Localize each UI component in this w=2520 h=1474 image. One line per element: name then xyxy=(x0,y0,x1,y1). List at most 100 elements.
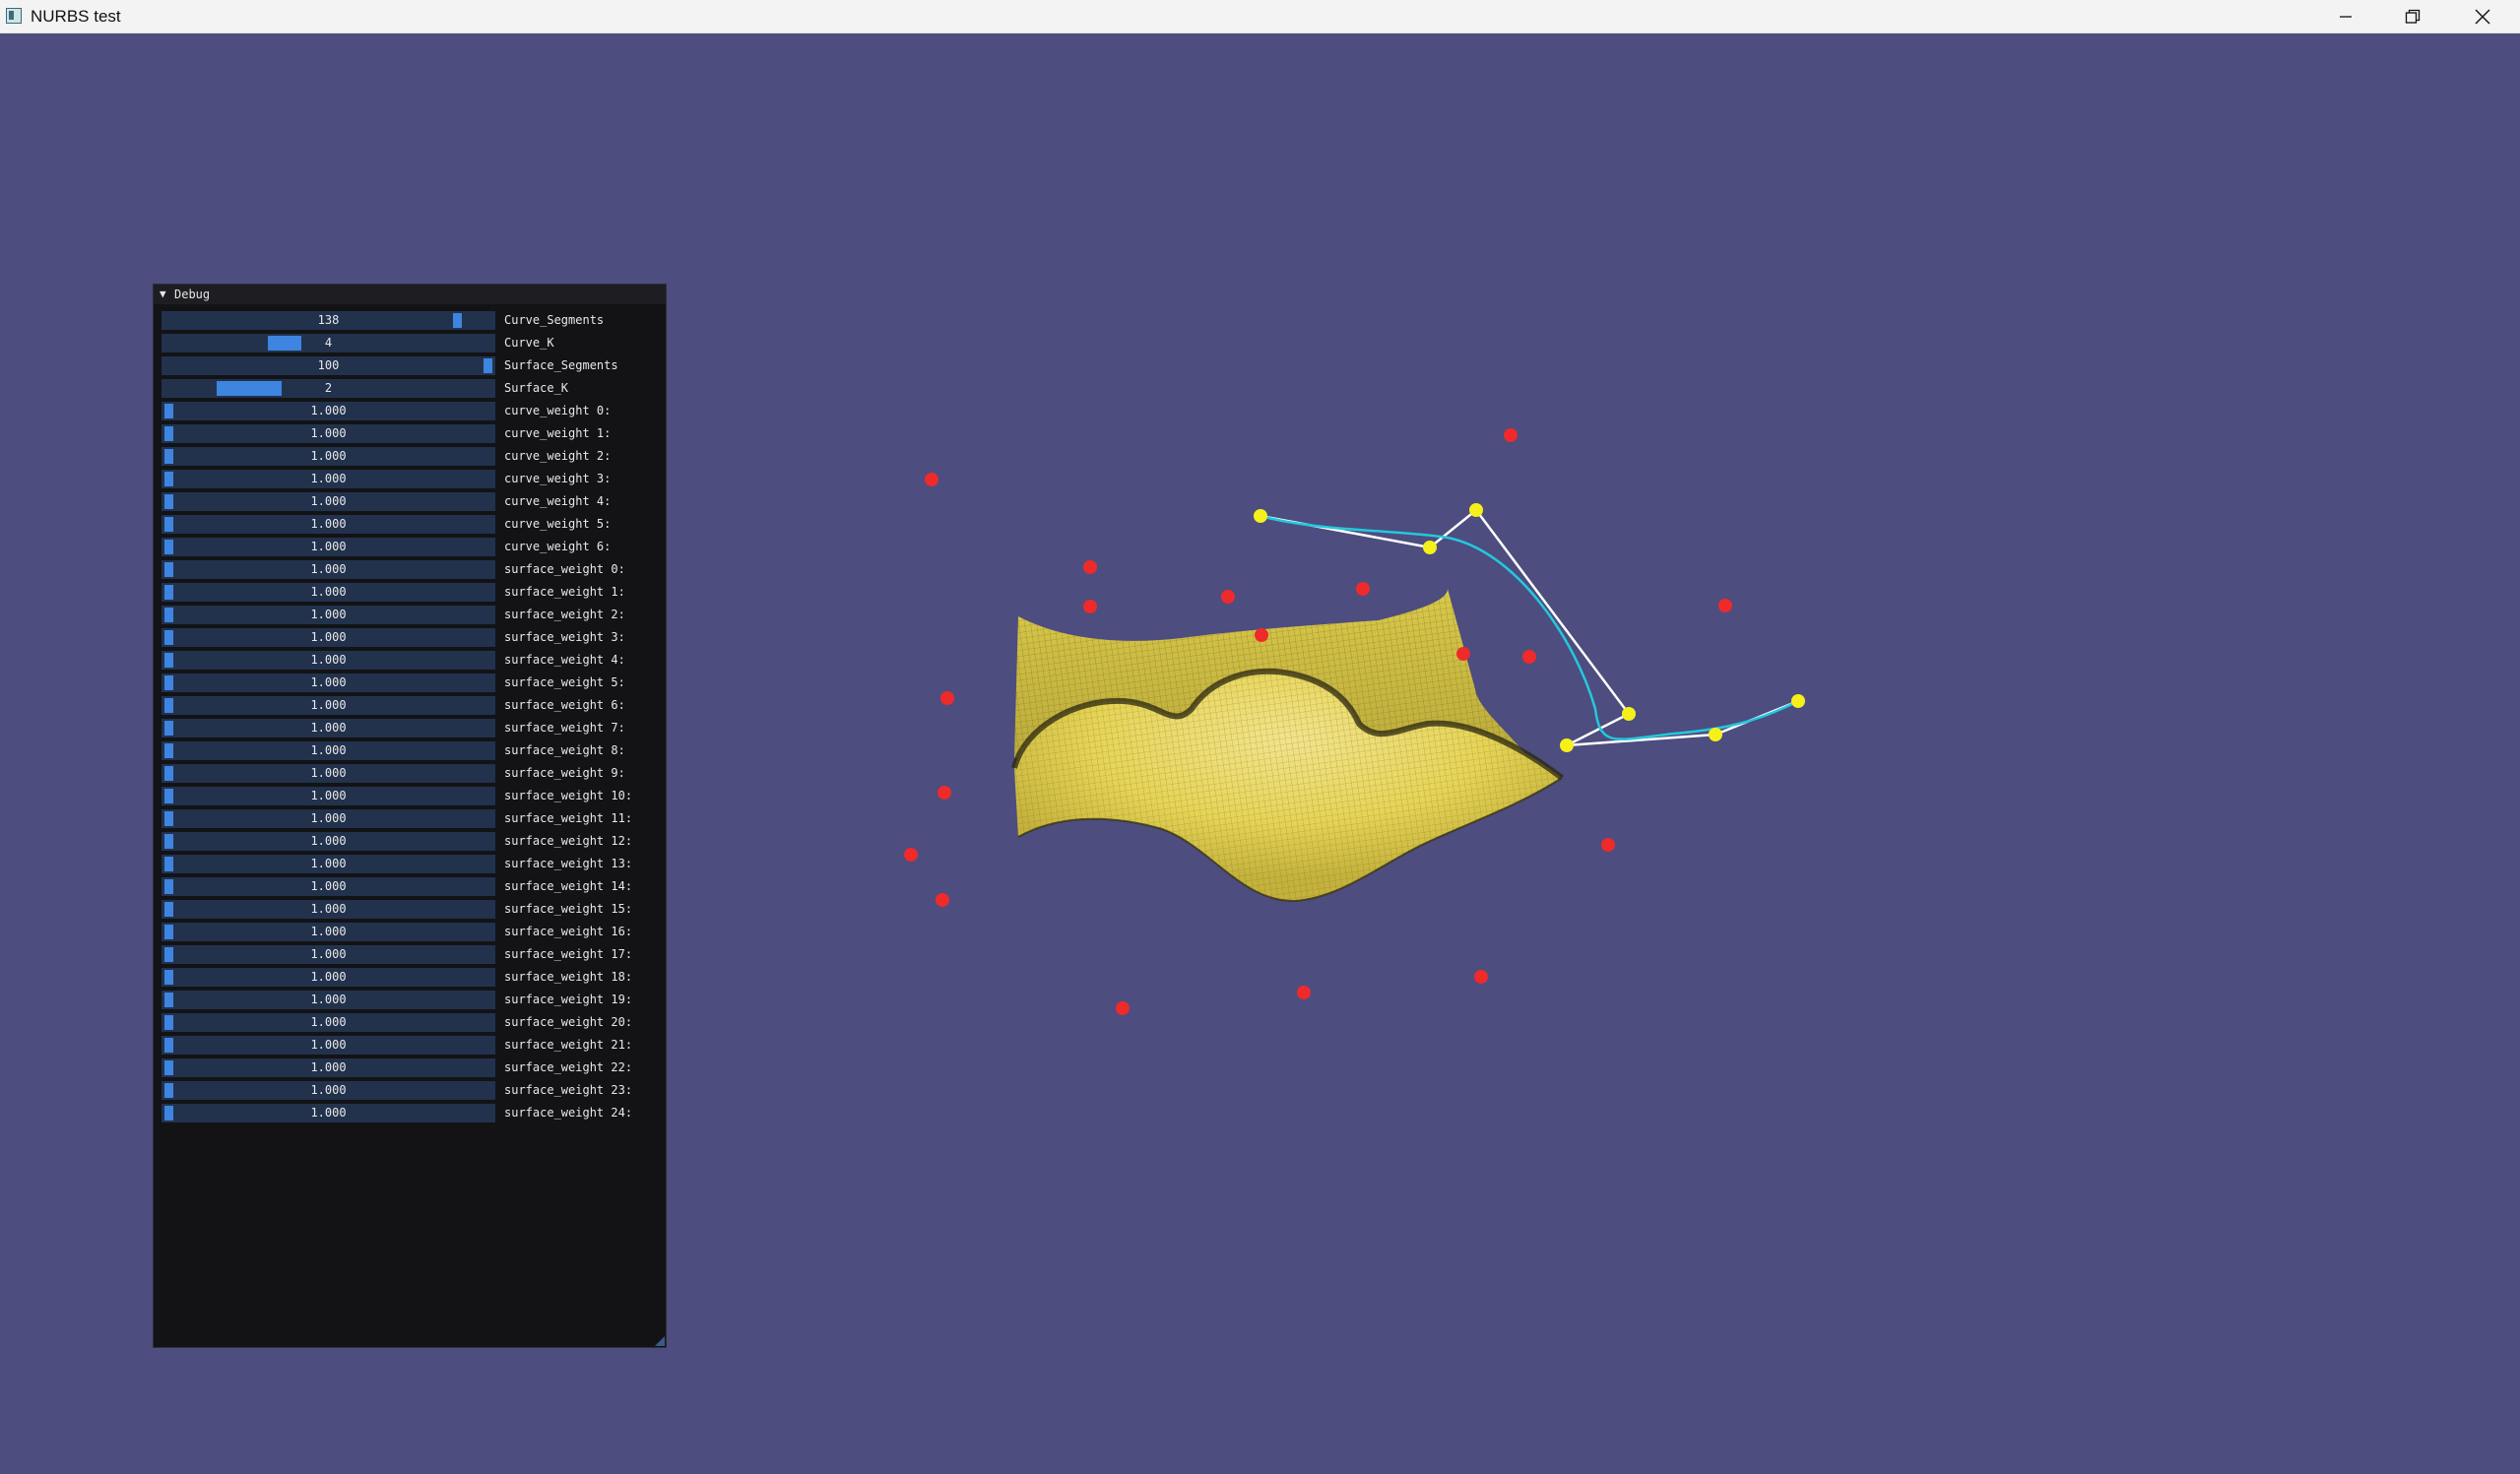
slider-surface-weight-6[interactable]: 1.000 xyxy=(162,696,495,715)
slider-surface-weight-24[interactable]: 1.000 xyxy=(162,1104,495,1122)
slider-surface-weight-1[interactable]: 1.000 xyxy=(162,583,495,602)
slider-surface-weight-10[interactable]: 1.000 xyxy=(162,787,495,805)
slider-row: 1.000 surface_weight 22: xyxy=(162,1057,654,1080)
slider-row: 1.000 surface_weight 20: xyxy=(162,1012,654,1035)
slider-value: 1.000 xyxy=(310,540,347,553)
slider-value: 1.000 xyxy=(310,426,347,440)
slider-surface-weight-5[interactable]: 1.000 xyxy=(162,673,495,692)
slider-row: 1.000 curve_weight 3: xyxy=(162,469,654,491)
minimize-button[interactable] xyxy=(2312,0,2379,32)
slider-label: surface_weight 11: xyxy=(504,811,633,825)
slider-row: 1.000 surface_weight 15: xyxy=(162,899,654,922)
slider-value: 1.000 xyxy=(310,1038,347,1052)
slider-surface-weight-8[interactable]: 1.000 xyxy=(162,741,495,760)
app-icon xyxy=(6,8,22,24)
slider-label: surface_weight 13: xyxy=(504,857,633,870)
slider-surface-k[interactable]: 2 xyxy=(162,379,495,398)
slider-surface-weight-22[interactable]: 1.000 xyxy=(162,1058,495,1077)
slider-label: surface_weight 6: xyxy=(504,698,625,712)
slider-curve-weight-3[interactable]: 1.000 xyxy=(162,470,495,488)
slider-label: surface_weight 3: xyxy=(504,630,625,644)
slider-surface-weight-16[interactable]: 1.000 xyxy=(162,923,495,941)
slider-surface-weight-18[interactable]: 1.000 xyxy=(162,968,495,987)
slider-row: 1.000 surface_weight 9: xyxy=(162,763,654,786)
slider-value: 1.000 xyxy=(310,993,347,1006)
slider-value: 4 xyxy=(324,336,333,350)
slider-surface-weight-3[interactable]: 1.000 xyxy=(162,628,495,647)
slider-value: 1.000 xyxy=(310,562,347,576)
debug-panel[interactable]: ▼ Debug 138 Curve_Segments 4 Curve_K 100 Surf… xyxy=(153,284,667,1348)
slider-label: surface_weight 23: xyxy=(504,1083,633,1097)
nurbs-surface xyxy=(1011,589,1564,903)
slider-value: 2 xyxy=(324,381,333,395)
slider-curve-weight-6[interactable]: 1.000 xyxy=(162,538,495,556)
slider-label: curve_weight 1: xyxy=(504,426,612,440)
slider-curve-segments[interactable]: 138 xyxy=(162,311,495,330)
slider-label: curve_weight 6: xyxy=(504,540,612,553)
restore-button[interactable] xyxy=(2379,0,2446,32)
slider-label: Surface_K xyxy=(504,381,569,395)
slider-surface-segments[interactable]: 100 xyxy=(162,356,495,375)
slider-label: curve_weight 5: xyxy=(504,517,612,531)
slider-row: 138 Curve_Segments xyxy=(162,310,654,333)
slider-value: 1.000 xyxy=(310,766,347,780)
title-bar[interactable]: NURBS test xyxy=(0,0,2520,33)
slider-value: 1.000 xyxy=(310,925,347,938)
slider-label: surface_weight 0: xyxy=(504,562,625,576)
slider-surface-weight-15[interactable]: 1.000 xyxy=(162,900,495,919)
slider-row: 1.000 curve_weight 6: xyxy=(162,537,654,559)
slider-surface-weight-7[interactable]: 1.000 xyxy=(162,719,495,737)
slider-value: 1.000 xyxy=(310,1060,347,1074)
slider-curve-weight-2[interactable]: 1.000 xyxy=(162,447,495,466)
slider-label: Curve_K xyxy=(504,336,554,350)
slider-curve-k[interactable]: 4 xyxy=(162,334,495,352)
slider-value: 1.000 xyxy=(310,653,347,667)
slider-surface-weight-0[interactable]: 1.000 xyxy=(162,560,495,579)
slider-surface-weight-12[interactable]: 1.000 xyxy=(162,832,495,851)
slider-surface-weight-23[interactable]: 1.000 xyxy=(162,1081,495,1100)
slider-row: 1.000 surface_weight 1: xyxy=(162,582,654,605)
slider-surface-weight-14[interactable]: 1.000 xyxy=(162,877,495,896)
minimize-icon xyxy=(2340,15,2352,18)
slider-curve-weight-1[interactable]: 1.000 xyxy=(162,424,495,443)
slider-value: 1.000 xyxy=(310,1015,347,1029)
slider-surface-weight-9[interactable]: 1.000 xyxy=(162,764,495,783)
slider-row: 1.000 curve_weight 0: xyxy=(162,401,654,423)
slider-value: 1.000 xyxy=(310,857,347,870)
slider-row: 1.000 surface_weight 16: xyxy=(162,922,654,944)
debug-panel-header[interactable]: ▼ Debug xyxy=(154,285,666,304)
slider-label: Surface_Segments xyxy=(504,358,618,372)
slider-surface-weight-13[interactable]: 1.000 xyxy=(162,855,495,873)
slider-value: 1.000 xyxy=(310,834,347,848)
slider-row: 1.000 surface_weight 6: xyxy=(162,695,654,718)
restore-icon xyxy=(2405,9,2421,24)
slider-value: 1.000 xyxy=(310,608,347,621)
slider-surface-weight-4[interactable]: 1.000 xyxy=(162,651,495,670)
slider-curve-weight-4[interactable]: 1.000 xyxy=(162,492,495,511)
slider-surface-weight-2[interactable]: 1.000 xyxy=(162,606,495,624)
slider-surface-weight-21[interactable]: 1.000 xyxy=(162,1036,495,1055)
slider-value: 1.000 xyxy=(310,947,347,961)
slider-value: 1.000 xyxy=(310,675,347,689)
slider-curve-weight-5[interactable]: 1.000 xyxy=(162,515,495,534)
close-button[interactable] xyxy=(2449,0,2516,32)
slider-row: 1.000 surface_weight 12: xyxy=(162,831,654,854)
slider-surface-weight-17[interactable]: 1.000 xyxy=(162,945,495,964)
slider-label: surface_weight 24: xyxy=(504,1106,633,1120)
triangle-down-icon[interactable]: ▼ xyxy=(160,285,166,304)
slider-row: 1.000 surface_weight 21: xyxy=(162,1035,654,1057)
slider-label: surface_weight 2: xyxy=(504,608,625,621)
slider-label: surface_weight 1: xyxy=(504,585,625,599)
resize-grip-icon[interactable] xyxy=(655,1336,665,1346)
slider-surface-weight-20[interactable]: 1.000 xyxy=(162,1013,495,1032)
slider-row: 1.000 surface_weight 5: xyxy=(162,673,654,695)
slider-row: 1.000 curve_weight 2: xyxy=(162,446,654,469)
slider-label: surface_weight 10: xyxy=(504,789,633,802)
slider-row: 2 Surface_K xyxy=(162,378,654,401)
slider-surface-weight-19[interactable]: 1.000 xyxy=(162,991,495,1009)
slider-value: 1.000 xyxy=(310,698,347,712)
slider-surface-weight-11[interactable]: 1.000 xyxy=(162,809,495,828)
slider-label: surface_weight 19: xyxy=(504,993,633,1006)
slider-curve-weight-0[interactable]: 1.000 xyxy=(162,402,495,420)
slider-row: 1.000 curve_weight 4: xyxy=(162,491,654,514)
